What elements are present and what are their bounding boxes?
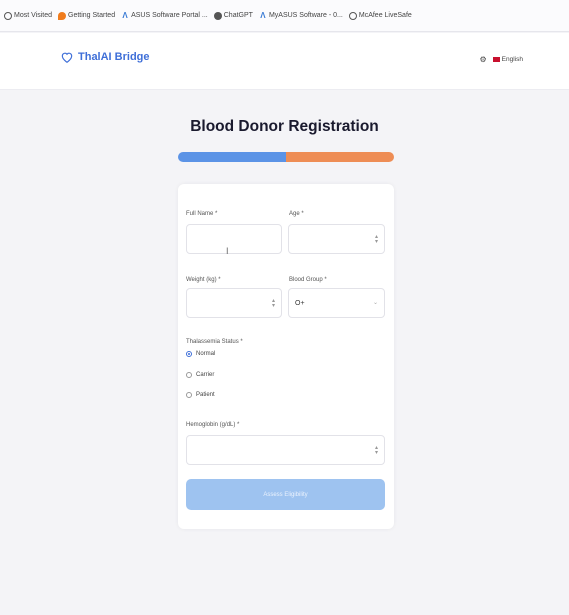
- full-name-input[interactable]: [186, 224, 282, 254]
- heart-icon: [61, 52, 73, 63]
- radio-label: Patient: [196, 392, 215, 398]
- radio-button[interactable]: [186, 351, 192, 357]
- gear-icon[interactable]: ⚙: [480, 55, 487, 64]
- number-stepper-icon[interactable]: ▴ ▾: [375, 445, 378, 456]
- language-selector[interactable]: ⚙ English: [480, 55, 524, 64]
- weight-input[interactable]: ▴ ▾: [186, 288, 282, 318]
- radio-carrier[interactable]: Carrier: [186, 372, 214, 378]
- age-input[interactable]: ▴ ▾: [288, 224, 385, 254]
- progress-step-2: [286, 152, 394, 162]
- radio-button[interactable]: [186, 392, 192, 398]
- bookmark-label: ChatGPT: [223, 12, 253, 19]
- bookmark-label: ASUS Software Portal ...: [131, 12, 208, 19]
- site-header: ThalAI Bridge ⚙ English: [0, 33, 569, 90]
- blood-group-value: O+: [295, 300, 305, 307]
- radio-patient[interactable]: Patient: [186, 392, 215, 398]
- hemoglobin-input[interactable]: ▴ ▾: [186, 435, 385, 465]
- bookmark-most-visited[interactable]: Most Visited: [4, 11, 52, 20]
- blood-group-select[interactable]: O+ ⌄: [288, 288, 385, 318]
- text-cursor-icon: I: [226, 246, 229, 256]
- bookmark-chatgpt[interactable]: ChatGPT: [213, 11, 253, 20]
- number-stepper-icon[interactable]: ▴ ▾: [375, 234, 378, 245]
- firefox-icon: [58, 11, 66, 20]
- globe-icon: [4, 11, 12, 20]
- bookmark-getting-started[interactable]: Getting Started: [58, 11, 116, 20]
- blood-group-label: Blood Group *: [289, 277, 327, 283]
- asus-icon: Λ: [260, 10, 266, 20]
- thalassemia-status-label: Thalassemia Status *: [186, 339, 243, 345]
- bookmark-mcafee[interactable]: McAfee LiveSafe: [348, 11, 412, 20]
- weight-label: Weight (kg) *: [186, 277, 221, 283]
- registration-form-card: Full Name * I Age * ▴ ▾ Weight (kg) * ▴ ▾ …: [178, 184, 394, 529]
- bookmarks-bar: Most Visited Getting Started Λ ASUS Soft…: [0, 0, 569, 32]
- bookmark-myasus[interactable]: Λ MyASUS Software - 0...: [259, 10, 343, 20]
- brand-logo[interactable]: ThalAI Bridge: [60, 50, 150, 64]
- bookmark-label: McAfee LiveSafe: [358, 12, 412, 19]
- bookmark-label: MyASUS Software - 0...: [268, 12, 343, 19]
- number-stepper-icon[interactable]: ▴ ▾: [272, 298, 275, 309]
- age-label: Age *: [289, 211, 304, 217]
- language-label: English: [501, 56, 523, 63]
- radio-label: Carrier: [196, 372, 215, 378]
- progress-step-1: [178, 152, 286, 162]
- brand-name: ThalAI Bridge: [78, 51, 150, 63]
- radio-normal[interactable]: Normal: [186, 351, 215, 357]
- bookmark-label: Getting Started: [68, 12, 116, 19]
- full-name-label: Full Name *: [186, 211, 218, 217]
- flag-icon: [492, 57, 500, 62]
- radio-button[interactable]: [186, 372, 192, 378]
- bookmark-asus-portal[interactable]: Λ ASUS Software Portal ...: [121, 10, 208, 20]
- chevron-down-icon: ⌄: [372, 300, 378, 306]
- bookmark-label: Most Visited: [14, 12, 52, 19]
- globe-icon: [348, 11, 357, 20]
- page-title: Blood Donor Registration: [190, 118, 379, 135]
- chatgpt-icon: [213, 11, 222, 20]
- radio-label: Normal: [196, 351, 216, 357]
- hemoglobin-label: Hemoglobin (g/dL) *: [186, 422, 240, 428]
- step-progress-bar: [178, 152, 394, 162]
- asus-icon: Λ: [122, 10, 128, 20]
- assess-eligibility-button[interactable]: Assess Eligibility: [186, 479, 385, 510]
